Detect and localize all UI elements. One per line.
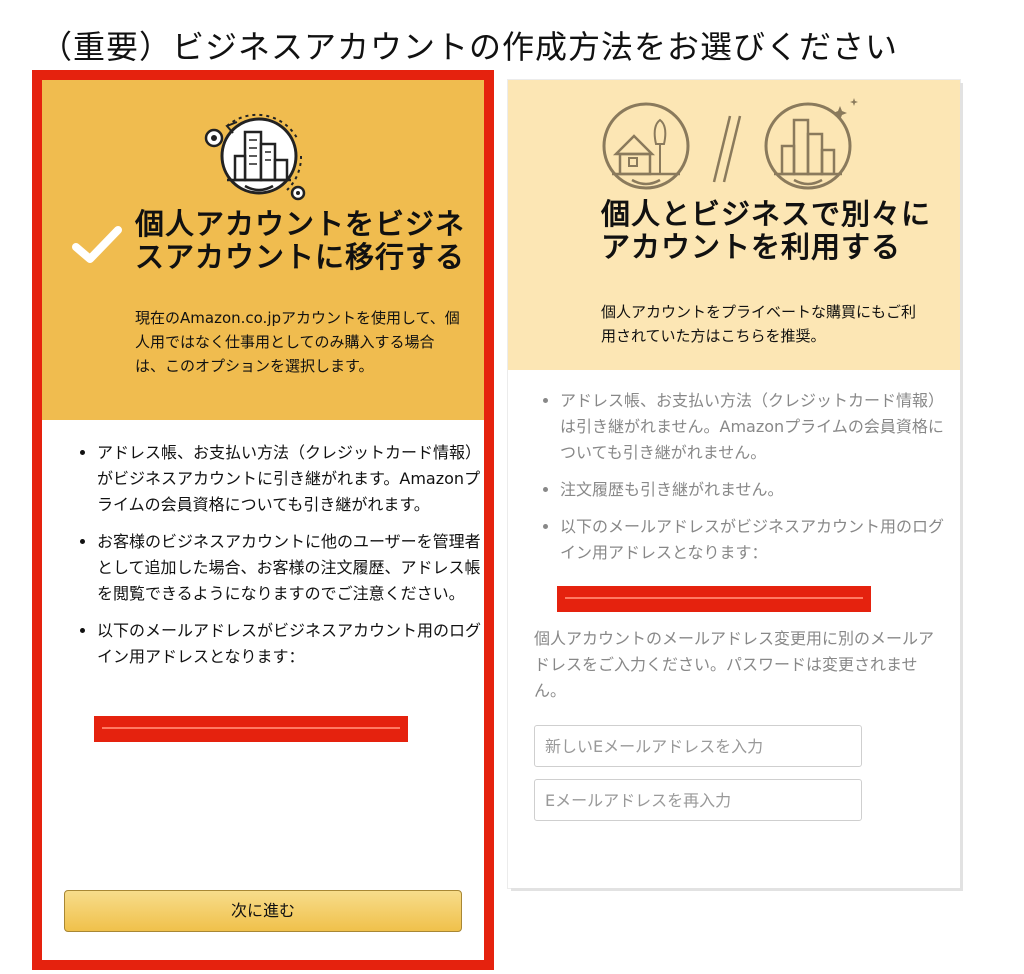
option-bullet-list: アドレス帳、お支払い方法（クレジットカード情報）がビジネスアカウントに引き継がれ…: [75, 440, 487, 681]
option-card-separate[interactable]: 個人とビジネスで別々にアカウントを利用する 個人アカウントをプライベートな購買に…: [508, 80, 960, 888]
option-description: 現在のAmazon.co.jpアカウントを使用して、個人用ではなく仕事用としての…: [135, 309, 460, 375]
page-title: （重要）ビジネスアカウントの作成方法をお選びください: [40, 28, 899, 66]
house-building-icon: [602, 98, 858, 190]
next-button[interactable]: 次に進む: [64, 890, 462, 932]
list-item: 注文履歴も引き継がれません。: [560, 477, 955, 503]
reenter-email-input[interactable]: [534, 779, 862, 821]
list-item: 以下のメールアドレスがビジネスアカウント用のログイン用アドレスとなります：: [560, 514, 955, 566]
email-change-note: 個人アカウントのメールアドレス変更用に別のメールアドレスをご入力ください。パスワ…: [534, 629, 935, 700]
option-title: 個人とビジネスで別々にアカウントを利用する: [601, 197, 932, 264]
list-item: アドレス帳、お支払い方法（クレジットカード情報）がビジネスアカウントに引き継がれ…: [97, 440, 487, 518]
list-item: アドレス帳、お支払い方法（クレジットカード情報）は引き継がれません。Amazon…: [560, 388, 955, 466]
list-item: 以下のメールアドレスがビジネスアカウント用のログイン用アドレスとなります：: [97, 618, 487, 670]
building-gear-icon: [204, 113, 306, 201]
building-icon: [764, 98, 858, 190]
redacted-email: [557, 586, 871, 612]
new-email-input[interactable]: [534, 725, 862, 767]
option-card-convert[interactable]: 個人アカウントをビジネスアカウントに移行する 現在のAmazon.co.jpアカ…: [32, 70, 494, 970]
redacted-email: [94, 716, 408, 742]
house-icon: [602, 102, 690, 190]
option-bullet-list: アドレス帳、お支払い方法（クレジットカード情報）は引き継がれません。Amazon…: [538, 388, 955, 577]
list-item: お客様のビジネスアカウントに他のユーザーを管理者として追加した場合、お客様の注文…: [97, 529, 487, 607]
option-title: 個人アカウントをビジネスアカウントに移行する: [135, 207, 466, 274]
checkmark-icon: [72, 226, 122, 263]
option-description: 個人アカウントをプライベートな購買にもご利用されていた方はこちらを推奨。: [601, 303, 917, 345]
